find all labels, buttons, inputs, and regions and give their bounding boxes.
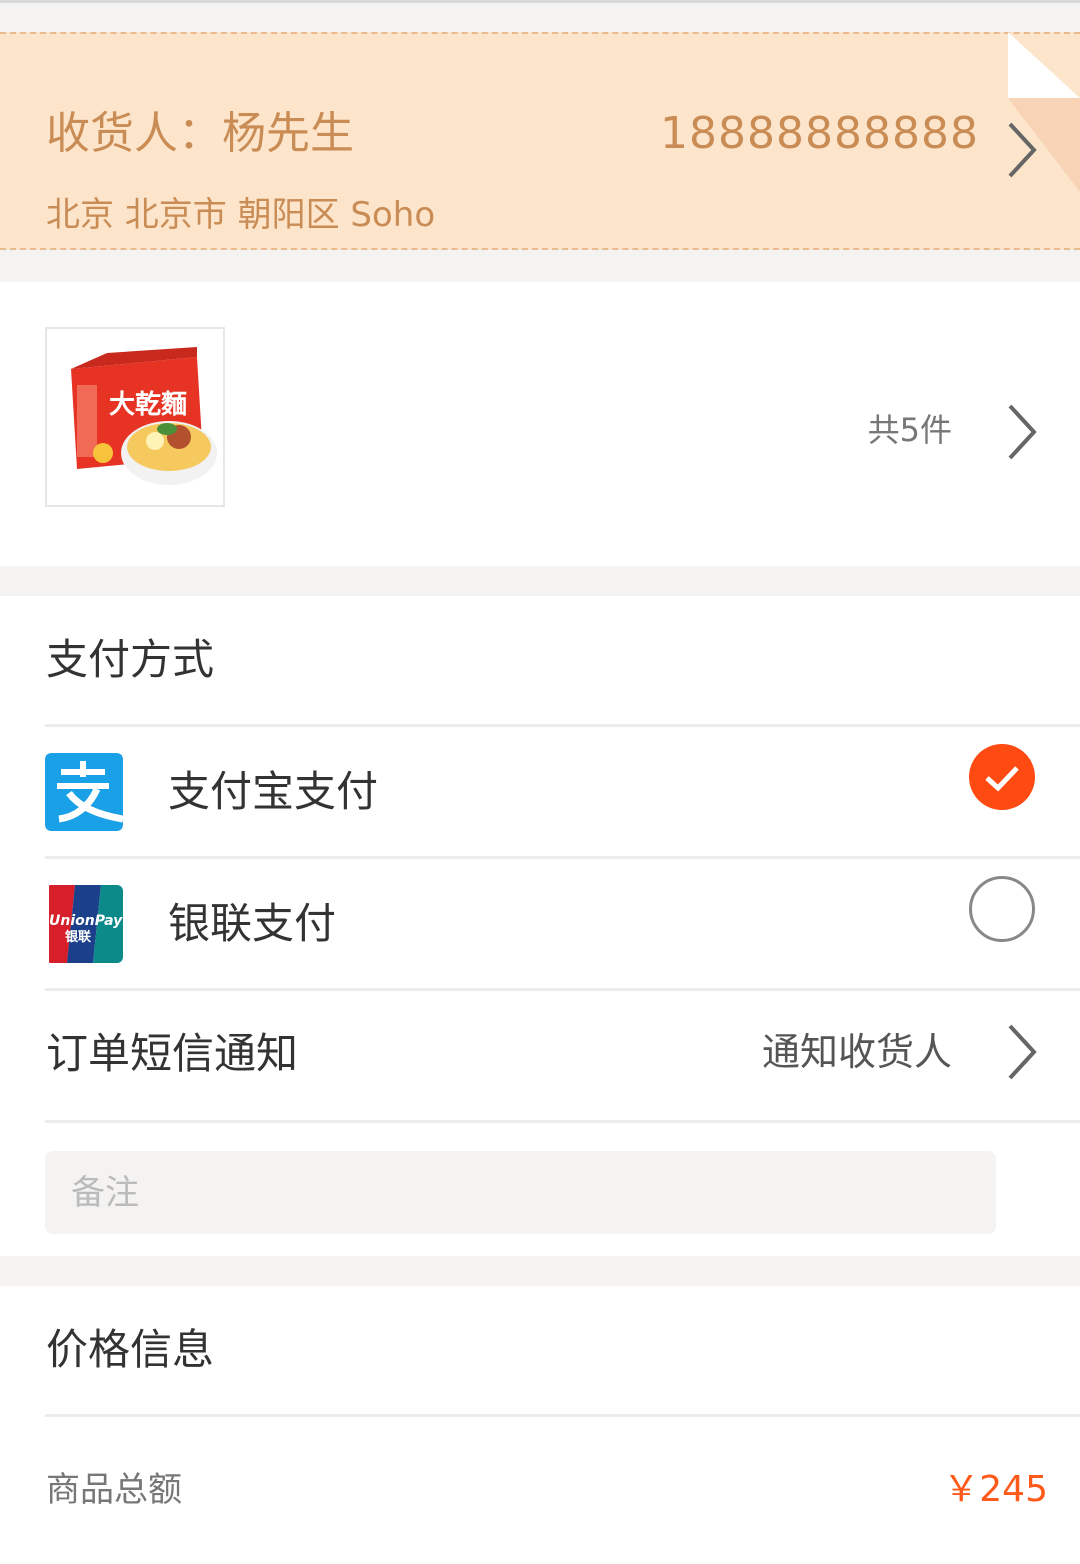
- divider: [45, 724, 1080, 727]
- address-chevron-right-icon[interactable]: [1004, 120, 1044, 180]
- svg-text:银联: 银联: [65, 929, 91, 945]
- package-brand-text: 大乾麵: [109, 390, 187, 420]
- unionpay-label: 银联支付: [168, 899, 337, 948]
- receiver-address: 北京 北京市 朝阳区 Soho: [46, 195, 436, 235]
- payment-option-alipay[interactable]: 支付宝支付: [0, 728, 1080, 856]
- alipay-radio-checked[interactable]: [969, 744, 1035, 810]
- noodle-package-image: 大乾麵: [47, 329, 223, 505]
- checkmark-icon: [985, 766, 1019, 792]
- top-divider: [0, 0, 1080, 3]
- divider: [45, 856, 1080, 859]
- divider: [45, 1414, 1080, 1417]
- goods-total-label: 商品总额: [46, 1470, 182, 1510]
- sms-notification-value: 通知收货人: [761, 1030, 952, 1074]
- unionpay-icon: UnionPay 银联: [45, 885, 123, 963]
- price-title: 价格信息: [46, 1325, 215, 1374]
- remark-input[interactable]: [45, 1151, 996, 1234]
- product-chevron-right-icon[interactable]: [1004, 402, 1044, 462]
- payment-section: 支付方式 支付宝支付 UnionPay 银联 银联支付 订单短信通知 通知收货人…: [0, 596, 1080, 1256]
- price-section: 价格信息 商品总额 ￥245: [0, 1286, 1080, 1564]
- svg-text:UnionPay: UnionPay: [49, 913, 123, 929]
- alipay-label: 支付宝支付: [168, 767, 379, 816]
- sms-notification-label: 订单短信通知: [46, 1029, 299, 1078]
- alipay-icon: [45, 753, 123, 831]
- goods-total-value: ￥245: [943, 1469, 1048, 1510]
- receiver-phone: 18888888888: [660, 108, 979, 159]
- item-count: 共5件: [867, 411, 952, 449]
- payment-title: 支付方式: [46, 635, 215, 684]
- sms-notification-row[interactable]: 订单短信通知 通知收货人: [0, 992, 1080, 1120]
- unionpay-radio-unchecked[interactable]: [969, 876, 1035, 942]
- remark-field[interactable]: [45, 1151, 996, 1234]
- payment-option-unionpay[interactable]: UnionPay 银联 银联支付: [0, 860, 1080, 988]
- product-section[interactable]: 大乾麵 共5件: [0, 282, 1080, 566]
- receiver-name: 收货人：杨先生: [46, 108, 354, 159]
- order-confirm-page: 收货人：杨先生 18888888888 北京 北京市 朝阳区 Soho 大乾麵: [0, 0, 1080, 1564]
- divider: [45, 1120, 1080, 1123]
- product-thumbnail[interactable]: 大乾麵: [45, 327, 225, 507]
- divider: [45, 988, 1080, 991]
- sms-chevron-right-icon[interactable]: [1004, 1022, 1044, 1082]
- address-card[interactable]: 收货人：杨先生 18888888888 北京 北京市 朝阳区 Soho: [0, 32, 1080, 250]
